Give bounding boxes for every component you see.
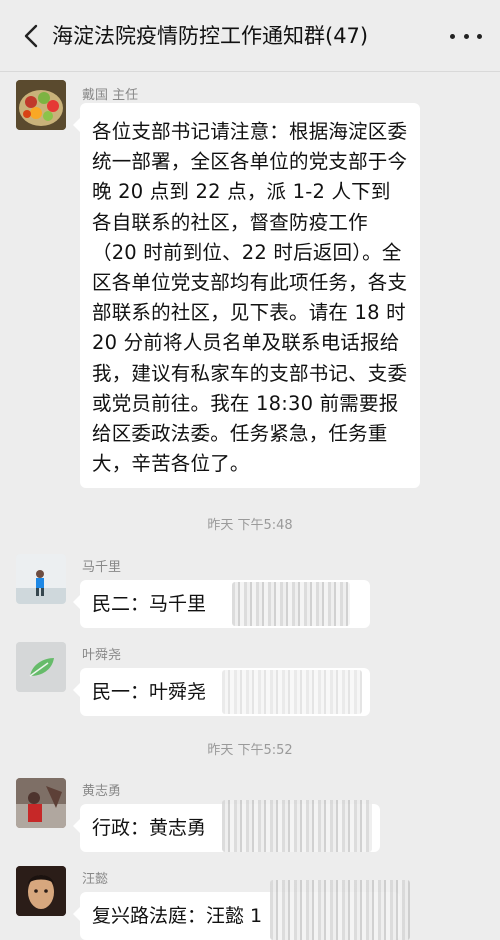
sender-name: 叶舜尧 [82,648,122,663]
more-dots-icon [450,33,455,39]
redaction-blur [232,582,350,626]
child-photo-avatar [16,554,66,604]
sender-name: 黄志勇 [82,784,122,799]
message-bubble[interactable]: 各位支部书记请注意：根据海淀区委统一部署，全区各单位的党支部于今晚 20 点到 … [73,103,420,488]
message-text: 民二：马千里 [92,593,207,615]
message-text: 复兴路法庭：汪懿 1 [92,905,263,927]
redaction-blur [222,670,362,714]
sender-name: 汪懿 [82,872,109,887]
chat-header: 海淀法院疫情防控工作通知群(47) [0,0,500,72]
man-portrait-avatar [16,866,66,916]
sender-name: 戴国 主任 [82,88,139,103]
chevron-left-icon [24,24,38,48]
leaf-avatar [16,642,66,692]
avatar-huangzhiyong[interactable] [16,778,66,828]
redaction-blur [222,800,372,852]
avatar-wangyi[interactable] [16,866,66,916]
message-text: 行政：黄志勇 [92,817,207,839]
back-button[interactable] [18,20,44,52]
avatar-daiguo[interactable] [16,80,66,130]
fruit-basket-avatar [16,80,66,130]
graffiti-wall-avatar [16,778,66,828]
redaction-blur [270,880,410,940]
more-button[interactable] [450,26,482,46]
chat-title: 海淀法院疫情防控工作通知群(47) [52,24,369,48]
timestamp: 昨天 下午5:52 [207,743,293,758]
avatar-yeshunyao[interactable] [16,642,66,692]
avatar-maqianli[interactable] [16,554,66,604]
timestamp: 昨天 下午5:48 [207,518,293,533]
sender-name: 马千里 [82,560,122,575]
message-text: 民一：叶舜尧 [92,681,207,703]
